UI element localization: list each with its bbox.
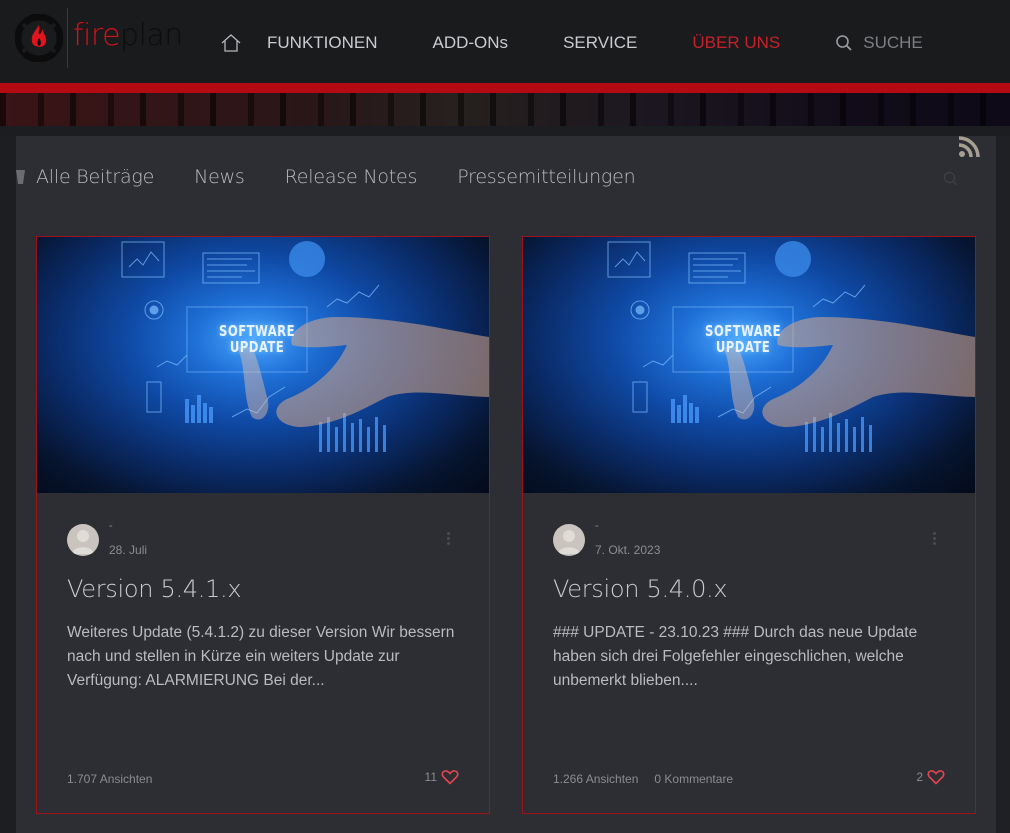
post-title[interactable]: Version 5.4.0.x: [553, 575, 728, 603]
tab-release-notes[interactable]: Release Notes: [285, 166, 418, 188]
views-count: 1.707 Ansichten: [67, 772, 153, 786]
category-tabs: Alle Beiträge News Release Notes Pressem…: [16, 164, 675, 190]
banner-shade: [0, 126, 1010, 136]
logo-wordmark: fireplan: [73, 21, 183, 51]
search-label: SUCHE: [863, 33, 923, 52]
nav-service[interactable]: SERVICE: [563, 33, 637, 53]
hero-banner-strip: [0, 93, 1010, 126]
views-count: 1.266 Ansichten: [553, 772, 639, 786]
fireplan-logo[interactable]: fireplan: [15, 8, 183, 68]
nav-search[interactable]: SUCHE: [835, 33, 923, 53]
user-placeholder-icon: [558, 530, 580, 554]
software-update-illustration: [121, 241, 489, 452]
author-avatar[interactable]: [553, 524, 585, 556]
tab-pressemitteilungen[interactable]: Pressemitteilungen: [457, 166, 635, 188]
software-update-illustration: [607, 241, 975, 452]
search-icon: [836, 35, 852, 51]
post-card[interactable]: SOFTWARE UPDATE - 7. Okt. 2023 Version 5.…: [522, 236, 976, 814]
main-nav: FUNKTIONEN ADD-ONs SERVICE ÜBER UNS SUCH…: [220, 30, 923, 56]
cover-caption: SOFTWARE UPDATE: [219, 322, 295, 356]
author-name[interactable]: -: [109, 520, 113, 532]
accent-bar: [0, 83, 1010, 93]
like-button[interactable]: 11: [425, 769, 459, 785]
heart-icon: [927, 770, 945, 785]
author-avatar[interactable]: [67, 524, 99, 556]
fire-logo-icon: [15, 14, 63, 62]
likes-count: 11: [424, 770, 437, 784]
logo-plan: plan: [120, 18, 183, 53]
author-name[interactable]: -: [595, 520, 599, 532]
cover-caption: SOFTWARE UPDATE: [705, 322, 781, 356]
site-header: fireplan FUNKTIONEN ADD-ONs SERVICE ÜBER…: [0, 0, 1010, 83]
post-excerpt: Weiteres Update (5.4.1.2) zu dieser Vers…: [67, 624, 455, 689]
post-date: 7. Okt. 2023: [595, 543, 661, 557]
logo-divider: [67, 8, 68, 68]
post-date: 28. Juli: [109, 543, 148, 557]
post-excerpt: ### UPDATE - 23.10.23 ### Durch das neue…: [553, 624, 918, 689]
search-icon[interactable]: [943, 171, 959, 187]
post-title[interactable]: Version 5.4.1.x: [67, 575, 242, 603]
likes-count: 2: [916, 770, 923, 784]
comments-count[interactable]: 0 Kommentare: [654, 772, 733, 786]
post-card[interactable]: SOFTWARE UPDATE - 28. Juli Version 5.4.1.…: [36, 236, 490, 814]
post-cover-image[interactable]: SOFTWARE UPDATE: [37, 237, 489, 493]
nav-funktionen[interactable]: FUNKTIONEN: [267, 33, 378, 53]
rss-icon[interactable]: [958, 136, 980, 158]
post-stats: 1.266 Ansichten 0 Kommentare: [553, 772, 749, 786]
tab-news[interactable]: News: [194, 166, 245, 188]
nav-add-ons[interactable]: ADD-ONs: [433, 33, 509, 53]
heart-icon: [441, 770, 459, 785]
more-options-icon[interactable]: [933, 532, 937, 548]
blog-panel: Alle Beiträge News Release Notes Pressem…: [16, 136, 996, 833]
page-scroll-edge: [996, 136, 1010, 833]
post-stats: 1.707 Ansichten: [67, 772, 168, 786]
home-icon[interactable]: [220, 32, 242, 54]
user-placeholder-icon: [72, 530, 94, 554]
like-button[interactable]: 2: [916, 769, 945, 785]
post-cover-image[interactable]: SOFTWARE UPDATE: [523, 237, 975, 493]
logo-fire: fire: [73, 18, 121, 53]
more-options-icon[interactable]: [447, 532, 451, 548]
tab-alle-beitraege[interactable]: Alle Beiträge: [36, 166, 154, 188]
active-tab-marker-icon: [16, 170, 25, 184]
nav-ueber-uns[interactable]: ÜBER UNS: [692, 33, 780, 53]
